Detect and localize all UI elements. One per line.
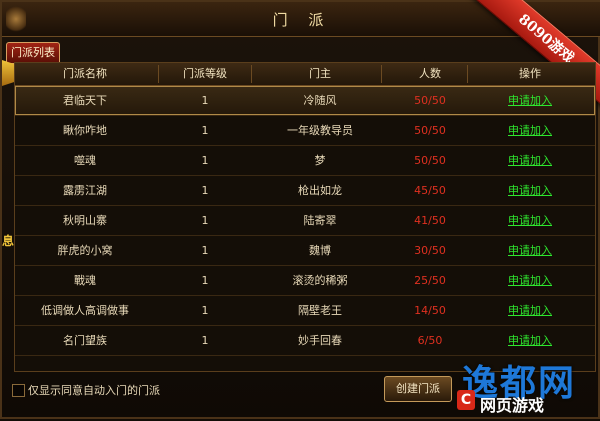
guild-member-count: 14/50 bbox=[414, 304, 446, 317]
guild-level: 1 bbox=[201, 334, 209, 347]
header-action: 操作 bbox=[519, 67, 541, 80]
apply-join-link[interactable]: 申请加入 bbox=[475, 176, 585, 205]
header-name: 门派名称 bbox=[63, 67, 107, 80]
auto-join-label: 仅显示同意自动入门的门派 bbox=[28, 384, 160, 397]
guild-level: 1 bbox=[201, 214, 209, 227]
window-title: 门 派 bbox=[272, 11, 332, 29]
apply-join-link[interactable]: 申请加入 bbox=[475, 116, 585, 145]
guild-level: 1 bbox=[201, 94, 209, 107]
guild-master: 妙手回春 bbox=[298, 334, 342, 347]
table-row[interactable]: 露雳江湖 1 枪出如龙 45/50 申请加入 bbox=[15, 176, 595, 206]
table-row[interactable]: 噬魂 1 梦 50/50 申请加入 bbox=[15, 146, 595, 176]
apply-join-link[interactable]: 申请加入 bbox=[475, 326, 585, 355]
header-divider bbox=[381, 65, 382, 83]
guild-master: 魏博 bbox=[309, 244, 331, 257]
apply-join-link[interactable]: 申请加入 bbox=[475, 206, 585, 235]
apply-join-link[interactable]: 申请加入 bbox=[475, 296, 585, 325]
guild-master: 梦 bbox=[314, 154, 326, 167]
guild-level: 1 bbox=[201, 304, 209, 317]
guild-window: 门 派 8090游戏 门派列表 息! 门派名称 门派等级 门主 人数 操作 君临… bbox=[0, 0, 600, 419]
table-row[interactable]: 胖虎的小窝 1 魏博 30/50 申请加入 bbox=[15, 236, 595, 266]
guild-name: 噬魂 bbox=[74, 154, 96, 167]
guild-member-count: 45/50 bbox=[414, 184, 446, 197]
guild-master: 隔壁老王 bbox=[298, 304, 342, 317]
guild-member-count: 50/50 bbox=[414, 94, 446, 107]
table-header: 门派名称 门派等级 门主 人数 操作 bbox=[15, 63, 595, 86]
table-row[interactable]: 秋明山寨 1 陆寄翠 41/50 申请加入 bbox=[15, 206, 595, 236]
apply-join-link[interactable]: 申请加入 bbox=[475, 266, 585, 295]
table-row[interactable]: 戰魂 1 滚烫的稀粥 25/50 申请加入 bbox=[15, 266, 595, 296]
guild-name: 瞅你咋地 bbox=[63, 124, 107, 137]
guild-master: 枪出如龙 bbox=[298, 184, 342, 197]
guild-name: 秋明山寨 bbox=[63, 214, 107, 227]
guild-master: 滚烫的稀粥 bbox=[292, 274, 348, 287]
guild-member-count: 50/50 bbox=[414, 124, 446, 137]
create-guild-button[interactable]: 创建门派 bbox=[384, 376, 452, 402]
table-row[interactable]: 低调做人高调做事 1 隔壁老王 14/50 申请加入 bbox=[15, 296, 595, 326]
guild-name: 名门望族 bbox=[63, 334, 107, 347]
watermark-subtext: 网页游戏 bbox=[480, 396, 545, 415]
header-level: 门派等级 bbox=[183, 67, 227, 80]
guild-name: 戰魂 bbox=[74, 274, 96, 287]
guild-level: 1 bbox=[201, 124, 209, 137]
watermark-logo-icon: C bbox=[457, 390, 475, 410]
guild-table: 门派名称 门派等级 门主 人数 操作 君临天下 1 冷随风 50/50 申请加入… bbox=[14, 62, 596, 372]
header-divider bbox=[251, 65, 252, 83]
guild-member-count: 25/50 bbox=[414, 274, 446, 287]
header-count: 人数 bbox=[419, 67, 441, 80]
header-master: 门主 bbox=[309, 67, 331, 80]
guild-member-count: 50/50 bbox=[414, 154, 446, 167]
auto-join-checkbox[interactable] bbox=[12, 384, 25, 397]
left-ornament-icon bbox=[6, 4, 26, 34]
guild-name: 低调做人高调做事 bbox=[41, 304, 129, 317]
guild-name: 胖虎的小窝 bbox=[57, 244, 113, 257]
guild-member-count: 6/50 bbox=[417, 334, 443, 347]
guild-name: 露雳江湖 bbox=[63, 184, 107, 197]
guild-member-count: 30/50 bbox=[414, 244, 446, 257]
table-row[interactable]: 君临天下 1 冷随风 50/50 申请加入 bbox=[15, 86, 595, 116]
guild-master: 陆寄翠 bbox=[303, 214, 337, 227]
apply-join-link[interactable]: 申请加入 bbox=[475, 146, 585, 175]
guild-level: 1 bbox=[201, 274, 209, 287]
apply-join-link[interactable]: 申请加入 bbox=[475, 236, 585, 265]
guild-level: 1 bbox=[201, 244, 209, 257]
guild-master: 一年级教导员 bbox=[287, 124, 353, 137]
guild-level: 1 bbox=[201, 184, 209, 197]
header-divider bbox=[467, 65, 468, 83]
table-row[interactable]: 瞅你咋地 1 一年级教导员 50/50 申请加入 bbox=[15, 116, 595, 146]
table-row[interactable]: 名门望族 1 妙手回春 6/50 申请加入 bbox=[15, 326, 595, 356]
guild-master: 冷随风 bbox=[303, 94, 337, 107]
tab-guild-list[interactable]: 门派列表 bbox=[6, 42, 60, 64]
guild-name: 君临天下 bbox=[63, 94, 107, 107]
guild-member-count: 41/50 bbox=[414, 214, 446, 227]
apply-join-link[interactable]: 申请加入 bbox=[475, 86, 585, 115]
guild-level: 1 bbox=[201, 154, 209, 167]
